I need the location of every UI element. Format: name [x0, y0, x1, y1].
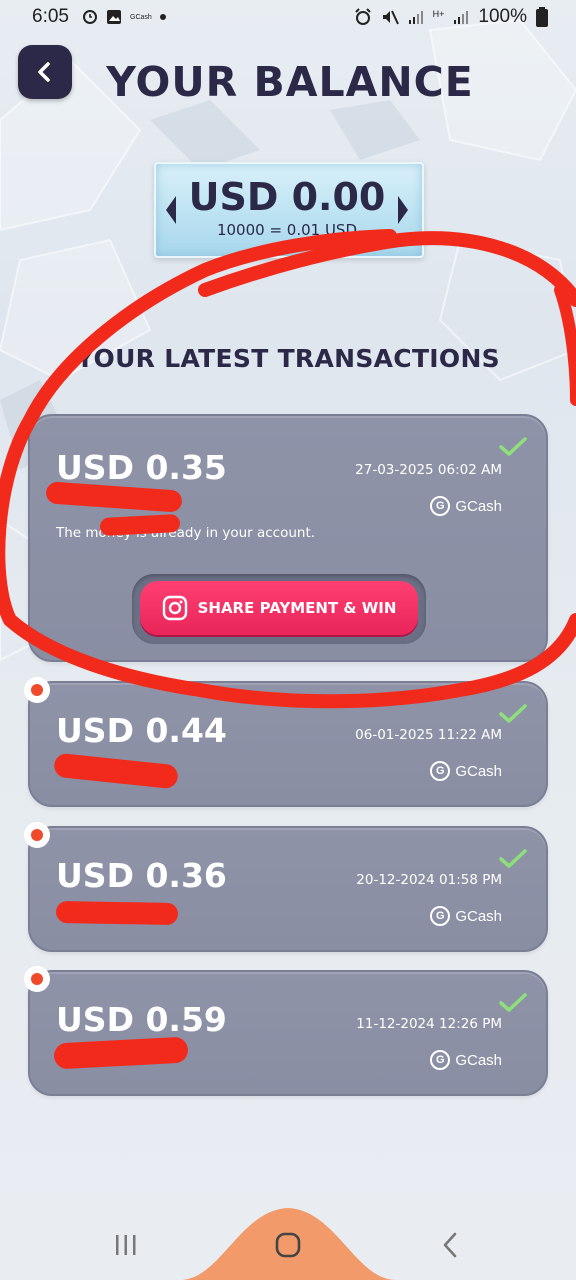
balance-amount: USD 0.00 [188, 175, 386, 219]
transaction-date: 11-12-2024 12:26 PM [356, 1016, 502, 1032]
provider-label: GCash [455, 497, 502, 515]
provider-label: GCash [455, 1051, 502, 1069]
alarm-icon [354, 8, 371, 25]
wifi-signal-icon [408, 11, 423, 24]
more-notifications-dot [159, 14, 166, 20]
gcash-logo-icon: G [430, 1050, 451, 1070]
recent-apps-icon [116, 1235, 136, 1255]
transaction-amount: USD 0.59 [56, 1000, 227, 1039]
transaction-amount: USD 0.36 [56, 856, 227, 895]
transaction-card[interactable]: USD 0.59 11-12-2024 12:26 PM G GCash [24, 966, 548, 1096]
gcash-logo-icon: G [430, 496, 451, 516]
check-icon [499, 849, 527, 868]
transaction-provider: G GCash [430, 761, 502, 781]
provider-label: GCash [455, 762, 502, 780]
redaction-mark [53, 752, 179, 790]
status-system-icons: H+ 100% [354, 6, 548, 28]
status-notification-icons: GCash [82, 9, 166, 25]
conversion-rate: 10000 = 0.01 USD [216, 221, 358, 239]
new-indicator-dot [24, 822, 50, 848]
transaction-provider: G GCash [430, 906, 502, 926]
transaction-card[interactable]: USD 0.44 06-01-2025 11:22 AM G GCash [24, 677, 548, 807]
home-button[interactable] [260, 1220, 316, 1270]
status-bar: 6:05 GCash H+ 100% [0, 0, 576, 38]
redaction-mark [55, 900, 179, 926]
recent-apps-button[interactable] [98, 1220, 154, 1270]
share-button-frame: SHARE PAYMENT & WIN [132, 574, 426, 644]
transaction-date: 27-03-2025 06:02 AM [355, 462, 502, 478]
new-indicator-dot [24, 677, 50, 703]
share-payment-button[interactable]: SHARE PAYMENT & WIN [140, 581, 418, 635]
system-navigation-bar [0, 1190, 576, 1280]
check-icon [499, 437, 527, 456]
check-icon [499, 704, 527, 723]
transaction-message: The money is already in your account. [56, 525, 316, 541]
check-icon [499, 993, 527, 1012]
instagram-icon [162, 595, 187, 621]
balance-plaque: USD 0.00 [150, 154, 424, 262]
cell-signal-icon [454, 11, 469, 24]
transaction-provider: G GCash [430, 1050, 502, 1070]
back-arrow-icon [443, 1232, 457, 1258]
transaction-card[interactable]: USD 0.35 27-03-2025 06:02 AM G GCash The… [28, 414, 548, 662]
gcash-logo-icon: G [430, 761, 451, 781]
alarm-clock-icon [83, 10, 97, 24]
transaction-card[interactable]: USD 0.36 20-12-2024 01:58 PM G GCash [24, 822, 548, 952]
transaction-amount: USD 0.44 [56, 711, 227, 750]
gcash-logo-icon: G [430, 906, 451, 926]
redaction-mark [53, 1036, 189, 1070]
gallery-icon [107, 10, 121, 24]
transaction-date: 06-01-2025 11:22 AM [355, 727, 502, 743]
back-nav-button[interactable] [422, 1220, 478, 1270]
new-indicator-dot [24, 966, 50, 992]
mute-icon [382, 10, 399, 25]
provider-label: GCash [455, 907, 502, 925]
status-time: 6:05 [32, 6, 69, 27]
battery-percent: 100% [478, 6, 527, 27]
transaction-date: 20-12-2024 01:58 PM [356, 872, 502, 888]
network-type-label: H+ [432, 8, 445, 19]
share-button-label: SHARE PAYMENT & WIN [197, 599, 397, 617]
transactions-title: YOUR LATEST TRANSACTIONS [76, 344, 500, 373]
battery-icon [536, 7, 548, 27]
transaction-amount: USD 0.35 [56, 448, 227, 487]
home-icon [275, 1232, 301, 1258]
page-title: YOUR BALANCE [106, 58, 474, 106]
gcash-notification-label: GCash [130, 13, 152, 21]
transaction-provider: G GCash [430, 496, 502, 516]
